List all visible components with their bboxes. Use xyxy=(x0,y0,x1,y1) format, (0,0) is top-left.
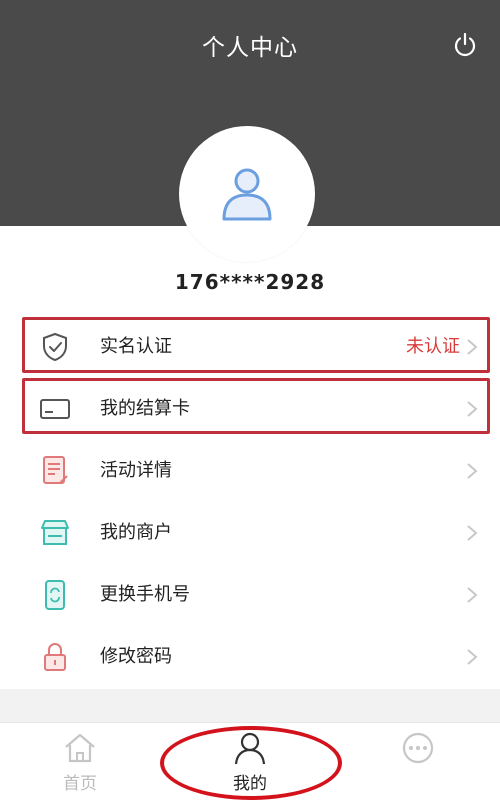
menu-item-merchant[interactable]: 我的商户 xyxy=(0,502,500,564)
avatar[interactable] xyxy=(179,126,315,262)
shield-check-icon xyxy=(38,330,72,364)
page-title: 个人中心 xyxy=(202,35,298,61)
menu-item-settlement-card[interactable]: 我的结算卡 xyxy=(0,378,500,440)
more-icon xyxy=(402,732,434,764)
menu-item-label: 更换手机号 xyxy=(100,584,190,605)
power-icon xyxy=(454,32,476,57)
menu-item-label: 实名认证 xyxy=(100,336,172,357)
power-button[interactable] xyxy=(448,28,482,62)
menu-item-label: 我的商户 xyxy=(100,522,172,543)
tab-mine[interactable]: 我的 xyxy=(190,723,310,804)
chevron-right-icon xyxy=(467,463,478,479)
chevron-right-icon xyxy=(467,525,478,541)
home-icon xyxy=(65,733,95,763)
menu-item-label: 我的结算卡 xyxy=(100,398,190,419)
menu-item-real-name[interactable]: 实名认证 未认证 xyxy=(0,316,500,378)
tab-home[interactable]: 首页 xyxy=(20,723,140,804)
chevron-right-icon xyxy=(467,649,478,665)
store-icon xyxy=(38,516,72,550)
card-icon xyxy=(38,392,72,426)
status-badge: 未认证 xyxy=(406,336,460,357)
chevron-right-icon xyxy=(467,587,478,603)
menu-item-label: 活动详情 xyxy=(100,460,172,481)
phone-number: 176****2928 xyxy=(174,270,326,294)
lock-icon xyxy=(38,640,72,674)
chevron-right-icon xyxy=(467,339,478,355)
tab-label: 我的 xyxy=(233,774,267,794)
menu-item-change-phone[interactable]: 更换手机号 xyxy=(0,564,500,626)
document-icon xyxy=(38,454,72,488)
person-icon xyxy=(234,732,266,765)
menu-list: 实名认证 未认证 我的结算卡 活动详情 我的商户 更换手机号 修改密码 xyxy=(0,316,500,689)
tab-more[interactable] xyxy=(358,723,478,804)
menu-item-password[interactable]: 修改密码 xyxy=(0,626,500,688)
tab-label: 首页 xyxy=(63,774,97,794)
menu-item-activity[interactable]: 活动详情 xyxy=(0,440,500,502)
tab-bar: 首页 我的 xyxy=(0,722,500,804)
menu-item-label: 修改密码 xyxy=(100,646,172,667)
user-avatar-icon xyxy=(222,168,272,221)
phone-swap-icon xyxy=(38,578,72,612)
chevron-right-icon xyxy=(467,401,478,417)
